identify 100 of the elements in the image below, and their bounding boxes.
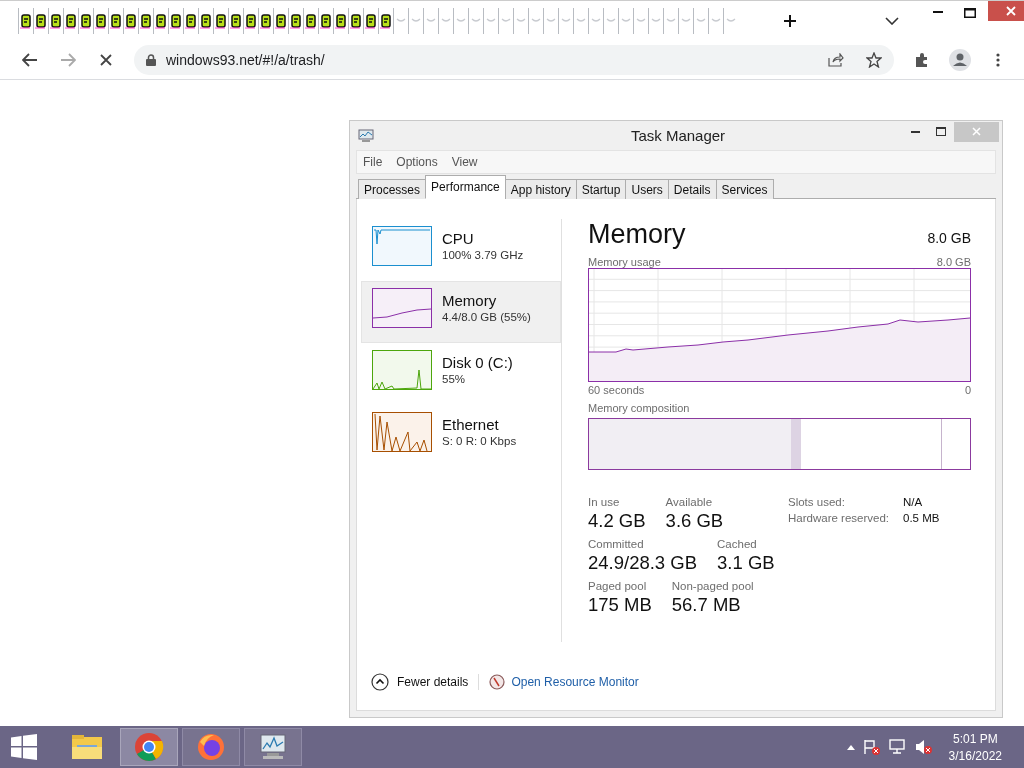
resource-item[interactable]: CPU 100% 3.79 GHz xyxy=(361,219,561,281)
browser-tab[interactable] xyxy=(198,7,213,34)
page-icon xyxy=(95,12,107,29)
flag-error-icon[interactable] xyxy=(862,739,881,755)
plus-icon xyxy=(783,13,797,28)
stat-value: 175 MB xyxy=(588,594,652,616)
browser-tab[interactable] xyxy=(243,7,258,34)
menu-item[interactable]: View xyxy=(445,155,484,169)
stat-label: Committed xyxy=(588,538,645,550)
detail-label: Slots used: xyxy=(788,496,846,508)
monitor-icon xyxy=(258,733,288,761)
page-icon xyxy=(50,12,62,29)
stat-value: 3.6 GB xyxy=(665,510,724,532)
browser-tab[interactable] xyxy=(108,7,123,34)
page-icon xyxy=(185,12,197,29)
resource-item[interactable]: Disk 0 (C:) 55% xyxy=(361,343,561,405)
tab[interactable]: Startup xyxy=(575,179,627,199)
browser-tab[interactable] xyxy=(273,7,288,34)
menu-item[interactable]: File xyxy=(357,155,389,169)
browser-tab[interactable] xyxy=(168,7,183,34)
resource-detail: S: 0 R: 0 Kbps xyxy=(442,434,517,447)
back-arrow-icon xyxy=(22,52,38,67)
page-icon xyxy=(35,12,47,29)
page-icon xyxy=(245,12,257,29)
page-icon xyxy=(125,12,137,29)
stat-label: Cached xyxy=(717,538,758,550)
stat-label: Non-paged pool xyxy=(671,580,754,592)
browser-tab[interactable] xyxy=(318,7,333,34)
browser-tab[interactable] xyxy=(378,7,393,34)
share-icon[interactable] xyxy=(828,52,844,67)
resource-name: CPU xyxy=(442,229,475,247)
tab[interactable]: Services xyxy=(715,179,774,199)
browser-tab[interactable] xyxy=(18,7,33,34)
page-icon xyxy=(65,12,77,29)
close-icon xyxy=(972,127,981,136)
star-icon[interactable] xyxy=(866,51,882,68)
resource-monitor-link[interactable]: Open Resource Monitor xyxy=(489,674,639,690)
page-icon xyxy=(260,12,272,29)
browser-tab[interactable] xyxy=(33,7,48,34)
browser-tab[interactable] xyxy=(123,7,138,34)
tab[interactable]: App history xyxy=(504,179,577,199)
graph-end-label: 0 xyxy=(964,384,971,396)
graph-max: 8.0 GB xyxy=(936,256,971,268)
chevron-down-icon xyxy=(885,16,899,25)
taskbar-app[interactable] xyxy=(244,728,302,766)
browser-tab[interactable] xyxy=(213,7,228,34)
page-icon xyxy=(140,12,152,29)
composition-label: Memory composition xyxy=(588,402,690,414)
browser-tab[interactable] xyxy=(288,7,303,34)
browser-tab[interactable] xyxy=(93,7,108,34)
browser-tab[interactable] xyxy=(303,7,318,34)
detail-value: 0.5 MB xyxy=(903,512,940,524)
browser-tab[interactable] xyxy=(348,7,363,34)
disk-sparkline xyxy=(372,350,432,390)
lock-icon xyxy=(146,53,156,66)
page-icon xyxy=(275,12,287,29)
page-icon xyxy=(215,12,227,29)
maximize-icon xyxy=(964,7,976,18)
speaker-muted-icon[interactable] xyxy=(914,739,933,755)
puzzle-icon xyxy=(914,51,930,68)
close-button[interactable] xyxy=(988,0,1024,21)
browser-tab[interactable] xyxy=(228,7,243,34)
browser-tab[interactable] xyxy=(63,7,78,34)
maximize-icon xyxy=(936,127,946,136)
tab[interactable]: Performance xyxy=(425,175,506,199)
page-icon xyxy=(20,12,32,29)
resource-item[interactable]: Ethernet S: 0 R: 0 Kbps xyxy=(361,405,561,467)
cpu-sparkline xyxy=(372,226,432,266)
page-icon xyxy=(230,12,242,29)
taskbar-app[interactable] xyxy=(182,728,240,766)
address-bar[interactable]: windows93.net/#!/a/trash/ xyxy=(134,44,894,75)
resource-name: Memory xyxy=(442,291,498,309)
resource-item[interactable]: Memory 4.4/8.0 GB (55%) xyxy=(361,281,561,343)
stat-label: Paged pool xyxy=(588,580,648,592)
chrome-icon xyxy=(134,732,164,762)
network-icon[interactable] xyxy=(888,739,907,755)
browser-tab[interactable] xyxy=(48,7,63,34)
browser-tab[interactable] xyxy=(153,7,168,34)
tab[interactable]: Details xyxy=(667,179,717,199)
clock[interactable]: 5:01 PM 3/16/2022 xyxy=(948,731,1002,763)
tab[interactable]: Processes xyxy=(358,179,427,199)
browser-tab[interactable] xyxy=(183,7,198,34)
window-title: Task Manager xyxy=(629,127,727,144)
monitor-icon xyxy=(358,128,374,143)
tab[interactable]: Users xyxy=(625,179,669,199)
fewer-details-button[interactable]: Fewer details xyxy=(371,673,469,691)
browser-tab[interactable] xyxy=(363,7,378,34)
browser-tab[interactable] xyxy=(333,7,348,34)
page-icon xyxy=(305,12,317,29)
stat-value: 4.2 GB xyxy=(588,510,646,532)
taskbar-app[interactable] xyxy=(120,728,178,766)
browser-tab[interactable] xyxy=(78,7,93,34)
browser-tab[interactable] xyxy=(138,7,153,34)
browser-tab[interactable] xyxy=(258,7,273,34)
caret-up-icon[interactable] xyxy=(846,744,855,750)
page-icon xyxy=(350,12,362,29)
menu-item[interactable]: Options xyxy=(390,155,444,169)
forward-arrow-icon xyxy=(60,52,76,67)
graph-start-label: 60 seconds xyxy=(588,384,645,396)
graph-label: Memory usage xyxy=(588,256,661,268)
